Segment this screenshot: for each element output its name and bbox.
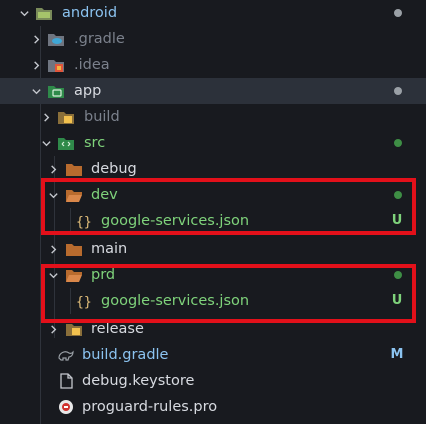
tree-item-build-gradle[interactable]: build.gradle M bbox=[0, 342, 426, 368]
tree-item-main[interactable]: main bbox=[0, 236, 426, 262]
status-dot bbox=[394, 9, 402, 17]
tree-item-label: debug.keystore bbox=[82, 373, 195, 389]
tree-item-label: .gradle bbox=[74, 31, 125, 47]
folder-open-icon bbox=[65, 186, 83, 204]
file-icon bbox=[57, 372, 75, 390]
build-folder-icon bbox=[57, 108, 75, 126]
tree-item-proguard-rules[interactable]: proguard-rules.pro bbox=[0, 394, 426, 420]
svg-text:{}: {} bbox=[76, 215, 92, 230]
tree-item-label: app bbox=[74, 83, 102, 99]
tree-item-label: google-services.json bbox=[101, 293, 250, 309]
tree-item-label: android bbox=[62, 5, 118, 21]
gradle-folder-icon bbox=[47, 30, 65, 48]
tree-item-idea-folder[interactable]: .idea bbox=[0, 52, 426, 78]
chevron-right-icon[interactable] bbox=[30, 59, 42, 71]
app-folder-icon bbox=[47, 82, 65, 100]
file-explorer-tree: android .gradle .idea app build src debu… bbox=[0, 0, 426, 424]
tree-item-label: dev bbox=[91, 187, 118, 203]
tree-item-google-services-json-prd[interactable]: {} google-services.json U bbox=[0, 288, 426, 314]
tree-item-label: prd bbox=[91, 267, 116, 283]
chevron-right-icon[interactable] bbox=[30, 33, 42, 45]
tree-item-gradle-folder[interactable]: .gradle bbox=[0, 26, 426, 52]
tree-item-app[interactable]: app bbox=[0, 78, 426, 104]
tree-item-label: debug bbox=[91, 161, 137, 177]
tree-item-debug[interactable]: debug bbox=[0, 156, 426, 182]
git-status-badge: U bbox=[391, 213, 403, 228]
src-folder-icon bbox=[57, 134, 75, 152]
chevron-down-icon[interactable] bbox=[47, 189, 59, 201]
tree-item-label: google-services.json bbox=[101, 213, 250, 229]
chevron-down-icon[interactable] bbox=[18, 7, 30, 19]
release-folder-icon bbox=[65, 320, 83, 338]
tree-item-label: build.gradle bbox=[82, 347, 169, 363]
tree-item-label: src bbox=[84, 135, 106, 151]
proguard-file-icon bbox=[57, 398, 75, 416]
folder-icon bbox=[35, 4, 53, 22]
gradle-file-icon bbox=[57, 346, 75, 364]
folder-icon bbox=[65, 160, 83, 178]
git-status-badge: M bbox=[390, 347, 404, 362]
tree-item-label: main bbox=[91, 241, 128, 257]
chevron-right-icon[interactable] bbox=[47, 323, 59, 335]
json-braces-icon: {} bbox=[76, 212, 94, 230]
status-dot bbox=[394, 139, 402, 147]
tree-item-dev[interactable]: dev bbox=[0, 182, 426, 208]
tree-item-label: release bbox=[91, 321, 144, 337]
status-dot bbox=[394, 191, 402, 199]
tree-item-label: build bbox=[84, 109, 120, 125]
git-status-badge: U bbox=[391, 293, 403, 308]
tree-item-src[interactable]: src bbox=[0, 130, 426, 156]
tree-item-release[interactable]: release bbox=[0, 316, 426, 342]
json-braces-icon: {} bbox=[76, 292, 94, 310]
tree-item-build[interactable]: build bbox=[0, 104, 426, 130]
chevron-right-icon[interactable] bbox=[47, 243, 59, 255]
tree-item-google-services-json-dev[interactable]: {} google-services.json U bbox=[0, 208, 426, 234]
tree-item-label: .idea bbox=[74, 57, 110, 73]
status-dot bbox=[394, 271, 402, 279]
tree-item-prd[interactable]: prd bbox=[0, 262, 426, 288]
chevron-down-icon[interactable] bbox=[30, 85, 42, 97]
folder-icon bbox=[65, 240, 83, 258]
chevron-down-icon[interactable] bbox=[47, 269, 59, 281]
chevron-right-icon[interactable] bbox=[40, 111, 52, 123]
idea-folder-icon bbox=[47, 56, 65, 74]
tree-item-android[interactable]: android bbox=[0, 0, 426, 26]
tree-item-debug-keystore[interactable]: debug.keystore bbox=[0, 368, 426, 394]
chevron-right-icon[interactable] bbox=[47, 163, 59, 175]
status-dot bbox=[394, 87, 402, 95]
svg-text:{}: {} bbox=[76, 295, 92, 310]
chevron-down-icon[interactable] bbox=[40, 137, 52, 149]
folder-open-icon bbox=[65, 266, 83, 284]
tree-item-label: proguard-rules.pro bbox=[82, 399, 218, 415]
